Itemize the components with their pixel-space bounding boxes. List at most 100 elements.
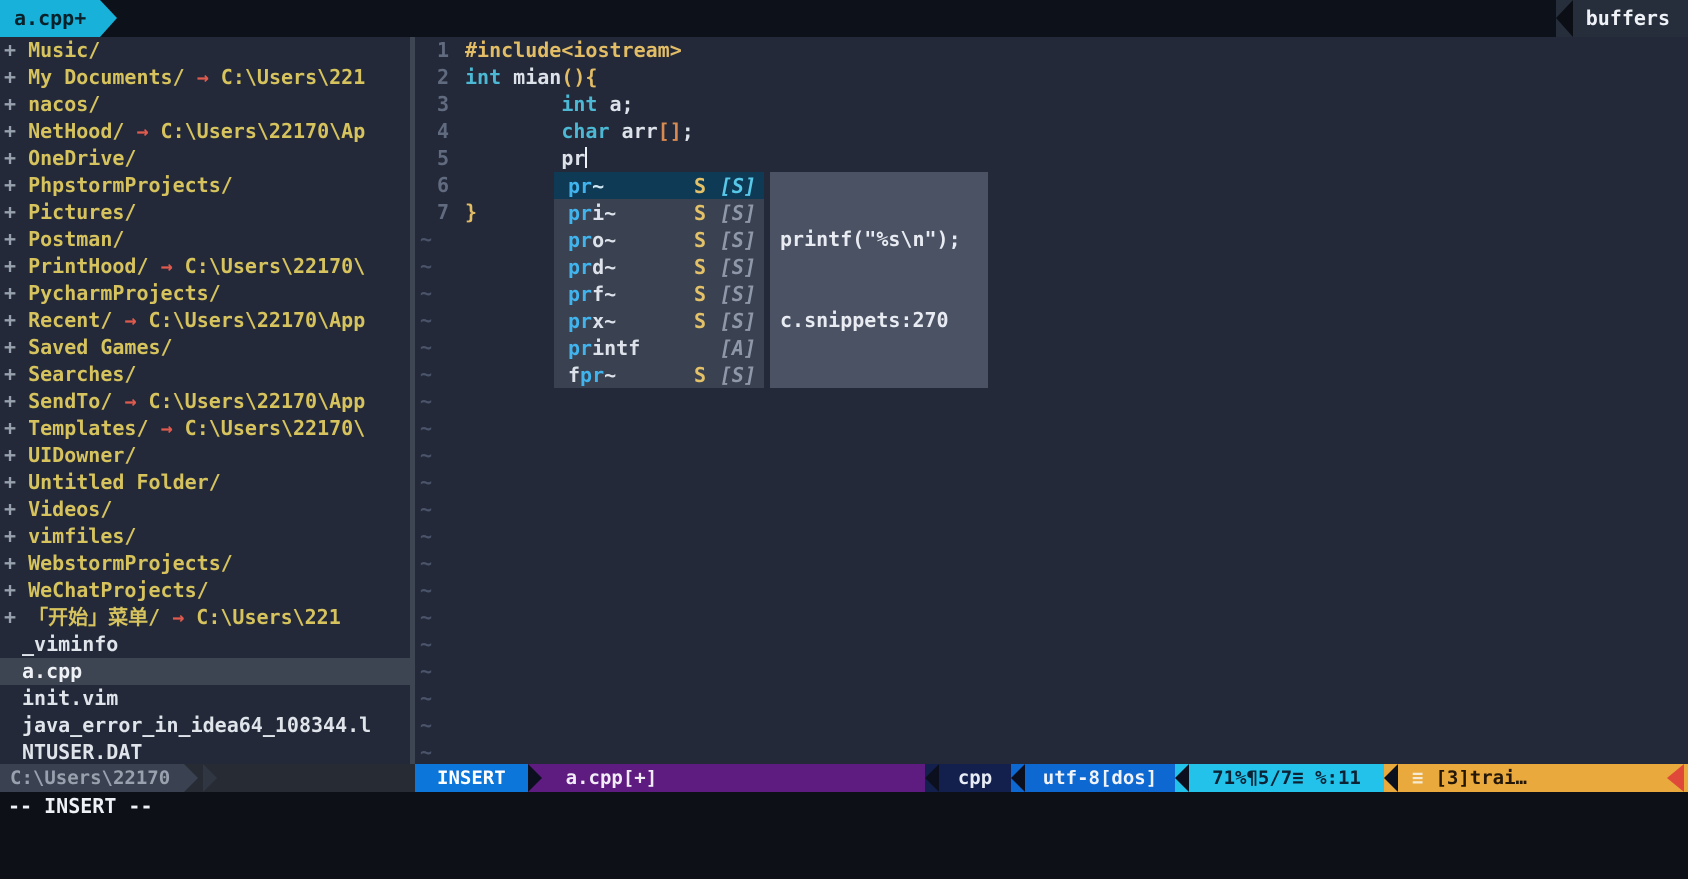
- tree-item-dir[interactable]: + Templates/ → C:\Users\22170\: [0, 415, 410, 442]
- airline-statusline: INSERT a.cpp[+] cpp utf-8[dos] 71%¶5/7≡ …: [415, 764, 1688, 792]
- editor-pane[interactable]: 1 #include<iostream> 2 int mian(){3 int a; 4…: [415, 37, 1688, 764]
- tilde-marker: ~: [420, 335, 433, 359]
- expand-icon: +: [4, 362, 29, 386]
- dir-name: PycharmProjects/: [28, 281, 221, 305]
- tab-active-a.cpp[interactable]: a.cpp+: [0, 0, 101, 37]
- empty-line: ~: [415, 415, 1688, 442]
- tree-item-dir[interactable]: + PhpstormProjects/: [0, 172, 410, 199]
- tree-item-file[interactable]: init.vim: [0, 685, 410, 712]
- completion-item[interactable]: pr~ S [S]: [554, 172, 764, 199]
- empty-line: ~: [415, 712, 1688, 739]
- dir-name: OneDrive/: [28, 146, 137, 170]
- tree-item-dir[interactable]: + Videos/: [0, 496, 410, 523]
- line-number: 6: [436, 173, 449, 197]
- completion-source: [S]: [719, 308, 756, 333]
- tree-item-dir[interactable]: + Pictures/: [0, 199, 410, 226]
- tree-item-dir[interactable]: + nacos/: [0, 91, 410, 118]
- symlink-target: C:\Users\22170\Ap: [148, 119, 366, 143]
- tree-item-dir[interactable]: + Music/: [0, 37, 410, 64]
- tilde-marker: ~: [420, 416, 433, 440]
- completion-item[interactable]: pri~ S [S]: [554, 199, 764, 226]
- tilde-marker: ~: [420, 362, 433, 386]
- line-number: 3: [436, 92, 449, 116]
- tree-item-file[interactable]: NTUSER.DAT: [0, 739, 410, 764]
- expand-icon: +: [4, 389, 29, 413]
- statusline-encoding: utf-8[dos]: [1025, 764, 1175, 792]
- preview-snippet: printf("%s\n");: [780, 227, 961, 251]
- tree-item-dir[interactable]: + OneDrive/: [0, 145, 410, 172]
- tree-item-dir[interactable]: + PycharmProjects/: [0, 280, 410, 307]
- tree-item-dir[interactable]: + My Documents/ → C:\Users\221: [0, 64, 410, 91]
- tilde-marker: ~: [420, 281, 433, 305]
- completion-item[interactable]: printf [A]: [554, 334, 764, 361]
- dir-name: My Documents/: [28, 65, 185, 89]
- preview-source: c.snippets:270: [780, 308, 949, 332]
- empty-line: ~: [415, 388, 1688, 415]
- line-number: 7: [436, 200, 449, 224]
- empty-line: ~: [415, 523, 1688, 550]
- completion-item[interactable]: prx~ S [S]: [554, 307, 764, 334]
- code-text: char arr[];: [561, 119, 694, 143]
- tree-item-dir[interactable]: + NetHood/ → C:\Users\22170\Ap: [0, 118, 410, 145]
- tree-item-dir[interactable]: + Searches/: [0, 361, 410, 388]
- code-line[interactable]: 5 pr: [415, 145, 1688, 172]
- tree-item-dir[interactable]: + UIDowner/: [0, 442, 410, 469]
- completion-item[interactable]: prf~ S [S]: [554, 280, 764, 307]
- symlink-arrow-icon: →: [160, 416, 173, 440]
- symlink-arrow-icon: →: [136, 119, 149, 143]
- tree-item-dir[interactable]: + Postman/: [0, 226, 410, 253]
- completion-item[interactable]: pro~ S [S]: [554, 226, 764, 253]
- code-text: int a;: [561, 92, 634, 116]
- tree-item-dir[interactable]: + WebstormProjects/: [0, 550, 410, 577]
- dir-name: Pictures/: [28, 200, 137, 224]
- completion-source: [S]: [719, 227, 756, 252]
- tree-item-dir[interactable]: + Recent/ → C:\Users\22170\App: [0, 307, 410, 334]
- symlink-arrow-icon: →: [172, 605, 185, 629]
- tree-item-dir[interactable]: + vimfiles/: [0, 523, 410, 550]
- tree-item-dir[interactable]: + Untitled Folder/: [0, 469, 410, 496]
- expand-icon: +: [4, 335, 29, 359]
- completion-item[interactable]: fpr~ S [S]: [554, 361, 764, 388]
- tilde-marker: ~: [420, 254, 433, 278]
- completion-item[interactable]: prd~ S [S]: [554, 253, 764, 280]
- symlink-target: C:\Users\22170\App: [136, 308, 366, 332]
- tree-item-file[interactable]: a.cpp: [0, 658, 410, 685]
- tree-item-dir[interactable]: + PrintHood/ → C:\Users\22170\: [0, 253, 410, 280]
- expand-icon: +: [4, 146, 29, 170]
- nerdtree-sidebar[interactable]: + Music/+ My Documents/ → C:\Users\221 + …: [0, 37, 410, 764]
- expand-icon: +: [4, 38, 29, 62]
- empty-line: ~: [415, 685, 1688, 712]
- text-cursor: [585, 147, 588, 168]
- file-name: _viminfo: [22, 632, 119, 656]
- line-number: 4: [436, 119, 449, 143]
- code-text: pr: [465, 146, 588, 170]
- code-line[interactable]: 4 char arr[];: [415, 118, 1688, 145]
- dir-name: SendTo/: [28, 389, 113, 413]
- tree-item-dir[interactable]: + SendTo/ → C:\Users\22170\App: [0, 388, 410, 415]
- buffers-button[interactable]: buffers: [1555, 0, 1688, 37]
- expand-icon: +: [4, 200, 29, 224]
- tilde-marker: ~: [420, 227, 433, 251]
- warning-text: [3]trai…: [1435, 767, 1527, 789]
- line-number: 5: [436, 146, 449, 170]
- empty-line: ~: [415, 739, 1688, 764]
- symlink-target: C:\Users\22170\: [172, 254, 366, 278]
- tree-item-dir[interactable]: + Saved Games/: [0, 334, 410, 361]
- expand-icon: +: [4, 416, 29, 440]
- code-line[interactable]: 1 #include<iostream>: [415, 37, 1688, 64]
- dir-name: PrintHood/: [28, 254, 149, 278]
- tilde-marker: ~: [420, 605, 433, 629]
- tree-item-file[interactable]: _viminfo: [0, 631, 410, 658]
- tree-item-dir[interactable]: + WeChatProjects/: [0, 577, 410, 604]
- alert-arrow-icon: [1667, 764, 1684, 792]
- code-line[interactable]: 2 int mian(){: [415, 64, 1688, 91]
- code-line[interactable]: 3 int a;: [415, 91, 1688, 118]
- expand-icon: +: [4, 119, 29, 143]
- expand-icon: +: [4, 551, 29, 575]
- empty-line: ~: [415, 442, 1688, 469]
- empty-line: ~: [415, 604, 1688, 631]
- empty-line: ~: [415, 469, 1688, 496]
- tree-item-dir[interactable]: + 「开始」菜单/ → C:\Users\221: [0, 604, 410, 631]
- mode-indicator: INSERT: [415, 764, 528, 792]
- tree-item-file[interactable]: java_error_in_idea64_108344.l: [0, 712, 410, 739]
